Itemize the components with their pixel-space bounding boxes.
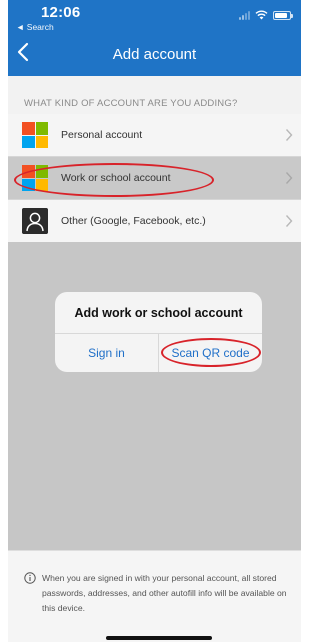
back-to-app-link[interactable]: ◄ Search bbox=[16, 22, 54, 32]
chevron-right-icon bbox=[285, 172, 293, 184]
chevron-right-icon bbox=[285, 215, 293, 227]
account-row-work-school[interactable]: Work or school account bbox=[8, 157, 301, 200]
account-row-label: Other (Google, Facebook, etc.) bbox=[61, 215, 206, 227]
home-indicator[interactable] bbox=[106, 636, 212, 640]
dialog-backdrop bbox=[8, 242, 301, 550]
account-row-personal[interactable]: Personal account bbox=[8, 114, 301, 157]
section-header: WHAT KIND OF ACCOUNT ARE YOU ADDING? bbox=[24, 98, 238, 109]
microsoft-logo-icon bbox=[22, 122, 48, 148]
footer-info-text: When you are signed in with your persona… bbox=[42, 573, 287, 613]
chevron-right-icon bbox=[285, 129, 293, 141]
account-row-label: Personal account bbox=[61, 129, 143, 141]
sign-in-button[interactable]: Sign in bbox=[55, 333, 158, 372]
status-icons bbox=[239, 10, 293, 20]
page-title: Add account bbox=[112, 46, 197, 63]
account-type-list: Personal account Work or school account … bbox=[8, 114, 301, 243]
phone-screen: 12:06 ◄ Search Add account WHAT KIND OF … bbox=[8, 0, 301, 642]
person-icon bbox=[22, 208, 48, 234]
page-border bbox=[0, 0, 8, 642]
app-header: 12:06 ◄ Search Add account bbox=[8, 0, 301, 76]
scan-qr-code-button[interactable]: Scan QR code bbox=[159, 333, 262, 372]
add-account-dialog: Add work or school account Sign in Scan … bbox=[55, 292, 262, 372]
cellular-signal-icon bbox=[239, 10, 250, 20]
dialog-title: Add work or school account bbox=[74, 306, 243, 320]
microsoft-logo-icon bbox=[22, 165, 48, 191]
battery-icon bbox=[273, 10, 293, 20]
account-row-label: Work or school account bbox=[61, 172, 171, 184]
info-icon bbox=[24, 572, 36, 584]
status-time: 12:06 bbox=[41, 4, 81, 21]
wifi-icon bbox=[255, 10, 268, 20]
footer-info: When you are signed in with your persona… bbox=[8, 550, 301, 642]
account-row-other[interactable]: Other (Google, Facebook, etc.) bbox=[8, 200, 301, 243]
